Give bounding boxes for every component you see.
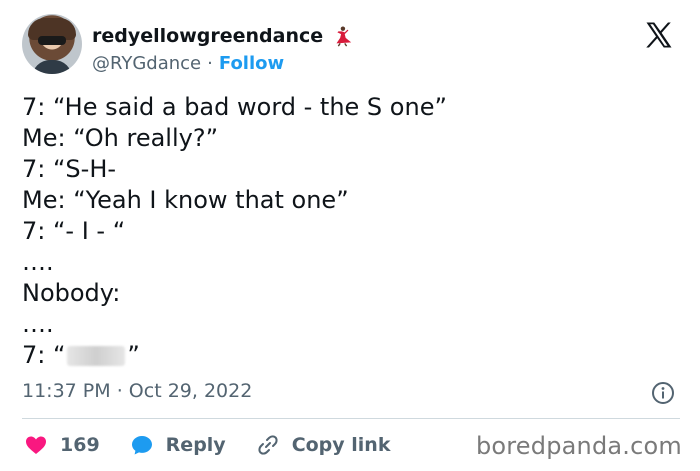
- display-name-row: redyellowgreendance: [92, 23, 353, 49]
- divider: [22, 418, 680, 419]
- tweet-time: 11:37 PM: [22, 380, 111, 402]
- censored-word-blur: [67, 346, 126, 366]
- tweet-line: 7: “S-H-: [22, 155, 117, 183]
- tweet-text: 7: “He said a bad word - the S one” Me: …: [22, 92, 662, 371]
- handle-row: @RYGdance · Follow: [92, 53, 353, 74]
- meta-separator: ·: [116, 380, 123, 402]
- tweet-date: Oct 29, 2022: [128, 380, 253, 402]
- tweet-line: Me: “Yeah I know that one”: [22, 186, 349, 214]
- tweet-line: 7: “He said a bad word - the S one”: [22, 93, 447, 121]
- x-logo-icon[interactable]: [644, 20, 674, 50]
- dancer-emoji-icon: [336, 26, 352, 47]
- tweet-line-suffix: ”: [127, 341, 140, 369]
- watermark: boredpanda.com: [475, 432, 682, 460]
- handle-separator: ·: [207, 53, 213, 74]
- heart-icon: [26, 436, 46, 454]
- tweet-line: Me: “Oh really?”: [22, 124, 219, 152]
- avatar-sunglasses: [38, 36, 66, 45]
- author-display-name[interactable]: redyellowgreendance: [92, 25, 323, 47]
- follow-button[interactable]: Follow: [219, 53, 284, 74]
- tweet-line: 7: “- I - “: [22, 217, 126, 245]
- action-bar: 169 Reply Copy link: [24, 430, 420, 460]
- link-icon: [258, 435, 278, 455]
- reply-label: Reply: [165, 434, 226, 456]
- like-count: 169: [60, 434, 100, 456]
- tweet-line: ….: [22, 310, 54, 338]
- tweet-line: ….: [22, 248, 54, 276]
- info-icon[interactable]: [651, 381, 675, 405]
- author-block: redyellowgreendance @RYGdance · Follow: [92, 23, 353, 74]
- tweet-line: Nobody:: [22, 279, 121, 307]
- copy-link-label: Copy link: [291, 434, 391, 456]
- avatar[interactable]: [22, 14, 82, 74]
- like-button[interactable]: 169: [24, 433, 100, 457]
- avatar-shirt: [32, 60, 72, 74]
- tweet-timestamp[interactable]: 11:37 PM · Oct 29, 2022: [22, 380, 252, 402]
- author-handle[interactable]: @RYGdance: [92, 53, 201, 74]
- tweet-header: redyellowgreendance @RYGdance · Follow: [22, 14, 680, 80]
- tweet-line-prefix: 7: “: [22, 341, 66, 369]
- tweet-line-censored: 7: “ ”: [22, 340, 662, 371]
- reply-button[interactable]: Reply: [130, 433, 226, 457]
- copy-link-button[interactable]: Copy link: [256, 433, 391, 457]
- speech-bubble-icon: [131, 436, 152, 455]
